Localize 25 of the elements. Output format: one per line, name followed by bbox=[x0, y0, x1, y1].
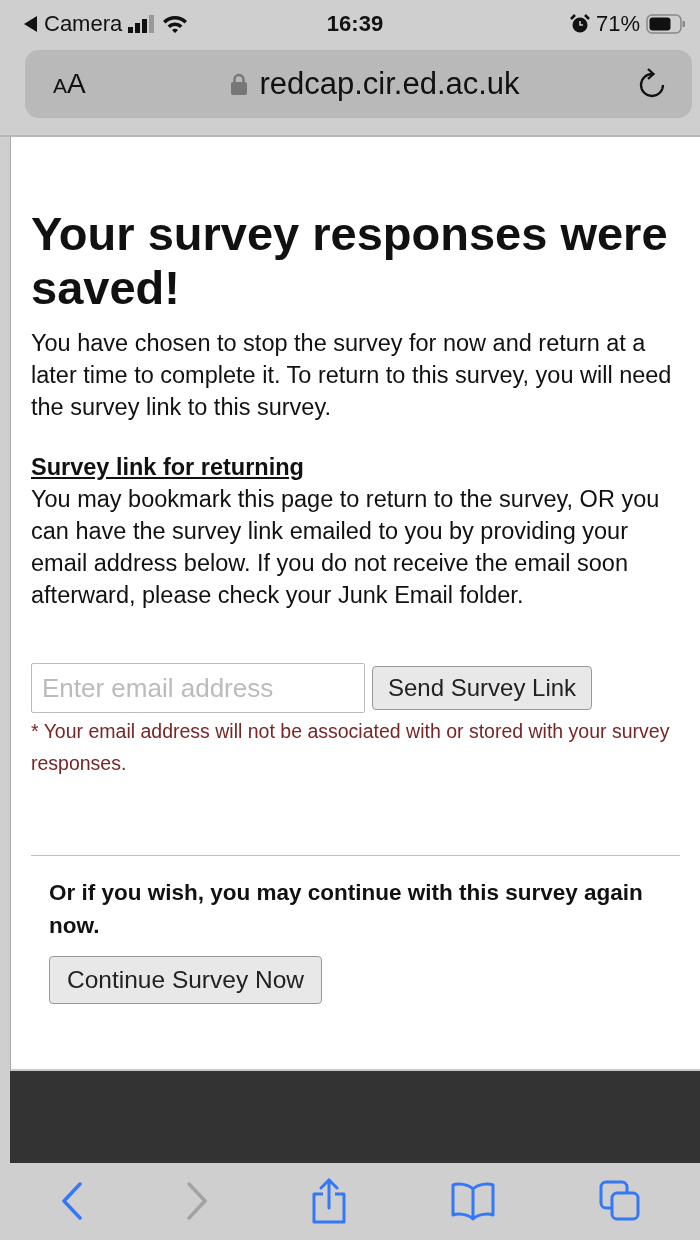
back-triangle-icon[interactable] bbox=[24, 16, 38, 32]
reload-icon[interactable] bbox=[638, 68, 666, 100]
text-size-button[interactable]: AA bbox=[53, 68, 113, 100]
back-app-label[interactable]: Camera bbox=[44, 11, 123, 37]
intro-paragraph: You have chosen to stop the survey for now and return at a later time to complete it. To return to this survey, you will need the survey link to this survey. bbox=[31, 329, 673, 422]
wifi-icon bbox=[162, 14, 189, 34]
battery-percentage: 71% bbox=[595, 11, 640, 37]
section-heading: Survey link for returning bbox=[31, 453, 305, 482]
continue-survey-button[interactable]: Continue Survey Now bbox=[49, 956, 322, 1004]
alarm-clock-icon bbox=[569, 14, 590, 34]
url-text[interactable]: redcap.cir.ed.ac.uk bbox=[259, 66, 520, 102]
address-bar[interactable]: AA redcap.cir.ed.ac.uk bbox=[25, 50, 692, 118]
clock-time: 16:39 bbox=[326, 11, 384, 37]
back-icon[interactable] bbox=[61, 1181, 84, 1220]
instructions-paragraph: You may bookmark this page to return to the survey, OR you can have the survey link emailed to you by providing your email address below. If you do not receive the email soon afterward, please check your Junk Email folder. bbox=[31, 485, 661, 610]
page-heading: Your survey responses were saved! bbox=[31, 207, 669, 315]
lock-icon bbox=[231, 73, 248, 95]
continue-prompt: Or if you wish, you may continue with this survey again now. bbox=[48, 879, 644, 940]
battery-icon bbox=[646, 14, 686, 34]
book-icon[interactable] bbox=[450, 1180, 497, 1221]
privacy-note: * Your email address will not be associated with or stored with your survey responses. bbox=[31, 719, 671, 776]
tabs-icon[interactable] bbox=[598, 1179, 641, 1222]
send-survey-link-button[interactable]: Send Survey Link bbox=[372, 666, 593, 710]
email-field[interactable]: Enter email address bbox=[31, 663, 365, 713]
signal-icon bbox=[128, 15, 157, 33]
